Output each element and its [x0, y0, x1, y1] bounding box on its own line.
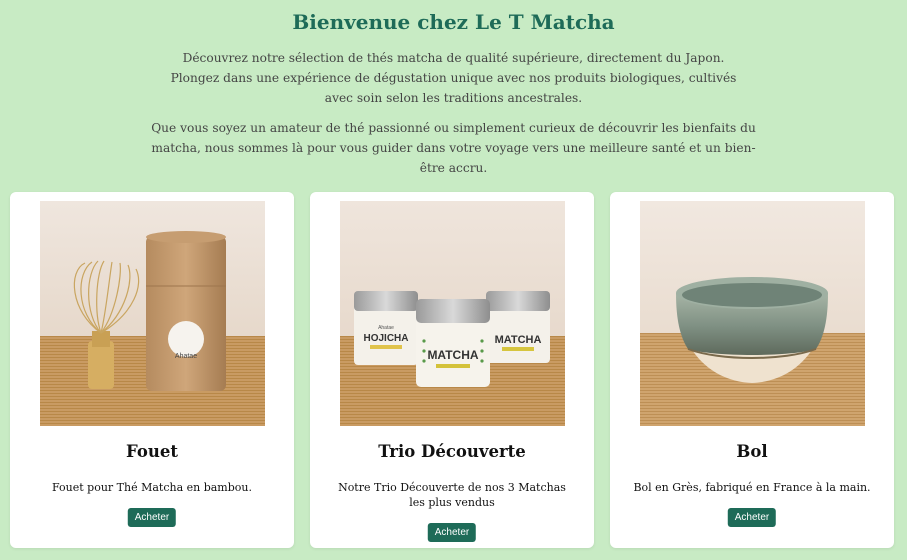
buy-button[interactable]: Acheter: [427, 523, 477, 542]
intro-paragraph-secondary: Que vous soyez un amateur de thé passion…: [151, 121, 756, 175]
product-grid: Ahatae Fouet Fouet pour Thé Matcha en ba…: [10, 192, 895, 548]
tin-brand: Ahatae: [378, 325, 394, 331]
tin-hojicha-label: HOJICHA: [363, 333, 408, 344]
product-image-trio: Ahatae HOJICHA MATCHA MATCHA: [340, 201, 565, 426]
product-card-fouet: Ahatae Fouet Fouet pour Thé Matcha en ba…: [10, 192, 294, 548]
hero-section: Bienvenue chez Le T Matcha Découvrez not…: [0, 0, 907, 178]
buy-button[interactable]: Acheter: [127, 508, 177, 527]
product-image-bowl: [640, 201, 865, 426]
product-title: Trio Découverte: [378, 442, 526, 461]
product-description: Bol en Grès, fabriqué en France à la mai…: [633, 481, 871, 494]
tin-matcha-center-label: MATCHA: [427, 348, 478, 362]
product-title: Bol: [736, 442, 768, 461]
tube-label: Ahatae: [175, 353, 197, 360]
product-card-bol: Bol Bol en Grès, fabriqué en France à la…: [610, 192, 894, 548]
product-title: Fouet: [126, 442, 178, 461]
product-card-trio: Ahatae HOJICHA MATCHA MATCHA Trio Découv…: [310, 192, 594, 548]
buy-button[interactable]: Acheter: [727, 508, 777, 527]
product-image-whisk: Ahatae: [40, 201, 265, 426]
product-description: Fouet pour Thé Matcha en bambou.: [51, 481, 252, 494]
tin-matcha-right-label: MATCHA: [495, 334, 542, 346]
product-description: Notre Trio Découverte de nos 3 Matchas l…: [338, 481, 566, 509]
page-title: Bienvenue chez Le T Matcha: [292, 10, 615, 34]
intro-paragraph: Découvrez notre sélection de thés matcha…: [170, 51, 737, 105]
